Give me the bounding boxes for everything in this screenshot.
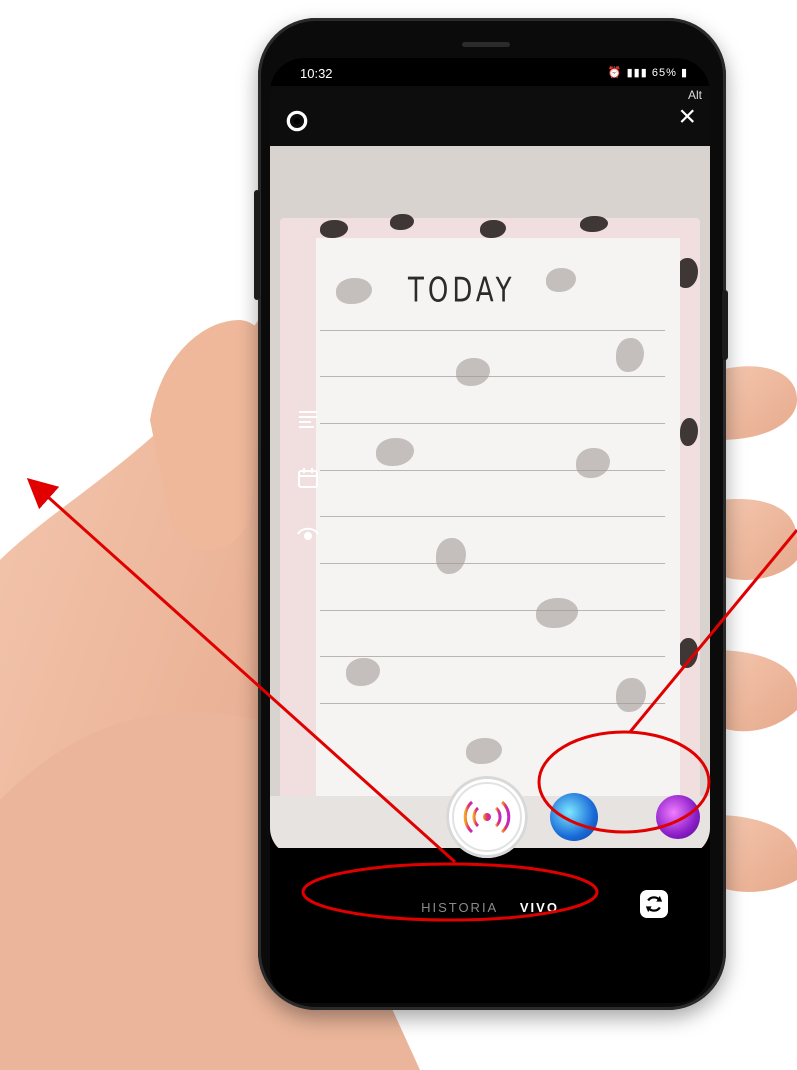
signal-icon: ▮▮▮ <box>626 67 648 79</box>
tab-vivo[interactable]: VIVO <box>520 900 559 915</box>
text-lines-icon[interactable] <box>296 408 320 432</box>
effect-sparkle-button[interactable] <box>550 793 598 841</box>
tab-historia[interactable]: HISTORIA <box>421 900 498 915</box>
notebook-heading: TODAY <box>408 271 516 311</box>
calendar-icon[interactable] <box>296 466 320 490</box>
camera-bottom-bar <box>270 848 710 1003</box>
status-time: 10:32 <box>300 66 333 81</box>
camera-top-bar <box>270 86 710 146</box>
gear-icon[interactable] <box>284 108 310 134</box>
notebook-cover: TODAY <box>280 214 700 808</box>
notebook-page: TODAY <box>316 238 680 808</box>
alarm-icon: ⏰ <box>607 67 623 79</box>
camera-viewfinder: TODAY <box>270 146 710 808</box>
status-bar: 10:32 ⏰ ▮▮▮ 65% ▮ <box>270 58 710 86</box>
close-icon[interactable]: × <box>678 102 696 132</box>
live-record-button[interactable] <box>446 776 528 858</box>
phone-speaker <box>462 42 510 47</box>
battery-icon: ▮ <box>680 67 688 79</box>
effect-purple-button[interactable] <box>656 795 700 839</box>
camera-flip-icon[interactable] <box>640 890 668 918</box>
phone-screen: 10:32 ⏰ ▮▮▮ 65% ▮ TODAY Alt × HISTORIA V… <box>270 58 710 1003</box>
battery-percent: 65% <box>651 67 677 79</box>
volume-button <box>254 190 260 300</box>
live-broadcast-icon <box>452 782 522 852</box>
power-button <box>722 290 728 360</box>
eye-icon[interactable] <box>296 522 320 546</box>
status-icons: ⏰ ▮▮▮ 65% ▮ <box>608 66 688 79</box>
